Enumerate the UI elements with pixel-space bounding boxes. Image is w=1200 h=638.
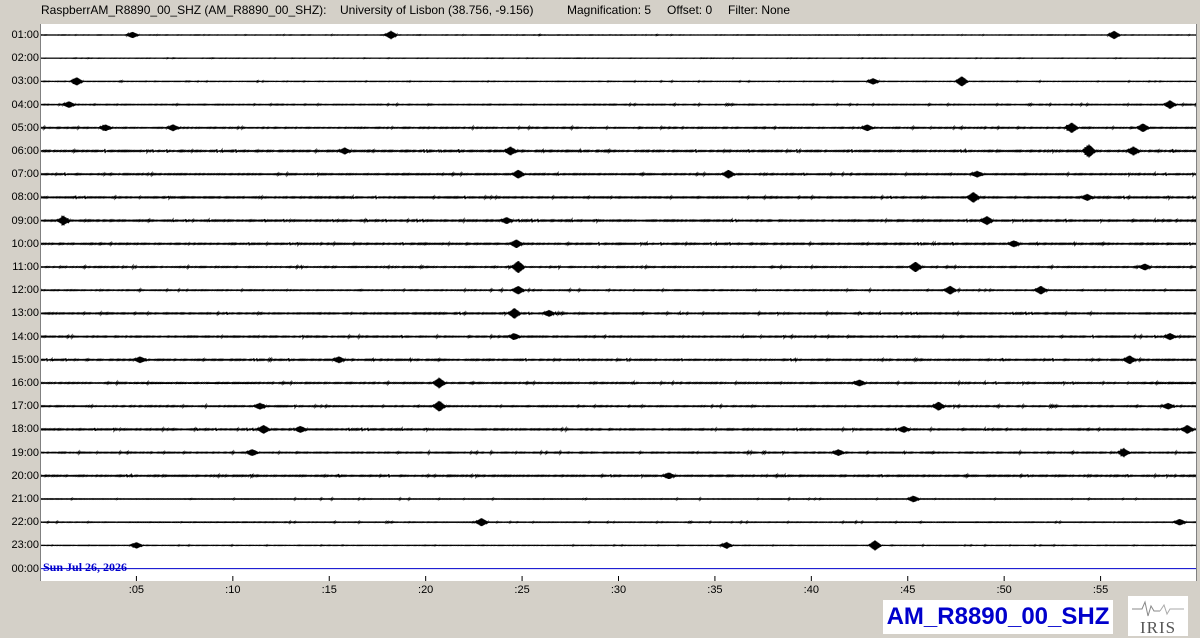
trace-row — [39, 518, 1198, 527]
filter-label: Filter: None — [728, 3, 791, 17]
x-tick-label: :50 — [996, 584, 1012, 596]
x-tick-label: :55 — [1092, 584, 1109, 596]
row-label: 01:00 — [11, 29, 39, 41]
row-label: 00:00 — [11, 562, 39, 575]
trace-row — [39, 215, 1198, 226]
trace-row — [39, 100, 1198, 109]
trace-row — [39, 260, 1198, 274]
trace-row — [39, 377, 1198, 389]
row-label: 07:00 — [11, 168, 39, 181]
magnification-label: Magnification: 5 — [567, 3, 652, 17]
trace-svg — [39, 30, 1198, 581]
trace-row — [39, 400, 1198, 412]
trace-row — [39, 192, 1198, 203]
x-tick-label: :45 — [900, 584, 916, 596]
trace-row — [39, 333, 1198, 341]
trace-row — [39, 495, 1198, 503]
row-label: 19:00 — [11, 446, 39, 459]
trace-row — [39, 285, 1198, 295]
row-label: 05:00 — [11, 121, 39, 134]
station-badge: AM_R8890_00_SHZ — [883, 600, 1113, 634]
x-tick-label: :20 — [418, 584, 434, 596]
row-label: 03:00 — [11, 75, 39, 88]
row-label: 20:00 — [11, 469, 39, 482]
row-label: 16:00 — [11, 377, 39, 389]
date-label: Sun Jul 26, 2026 — [43, 560, 128, 574]
x-tick-label: :05 — [128, 584, 145, 596]
row-label: 13:00 — [11, 307, 39, 320]
row-label: 18:00 — [11, 423, 39, 436]
station-title: RaspberrAM_R8890_00_SHZ (AM_R8890_00_SHZ… — [41, 3, 327, 17]
x-tick-label: :15 — [321, 584, 337, 596]
row-label: 21:00 — [11, 493, 39, 505]
row-label: 10:00 — [11, 237, 39, 250]
trace-row — [39, 30, 1198, 40]
x-tick-label: :25 — [514, 584, 530, 596]
row-label: 06:00 — [11, 145, 39, 157]
x-tick-label: :10 — [225, 584, 241, 596]
trace-row — [39, 144, 1198, 158]
row-label: 15:00 — [11, 353, 39, 366]
station-badge-text: AM_R8890_00_SHZ — [886, 603, 1110, 630]
trace-row — [39, 76, 1198, 87]
row-label: 11:00 — [12, 261, 39, 273]
helicorder-plot — [39, 24, 1198, 581]
row-label: 09:00 — [11, 214, 39, 227]
trace-row — [39, 355, 1198, 365]
trace-row — [39, 122, 1198, 133]
svg-text:IRIS: IRIS — [1140, 618, 1176, 636]
header-bar: RaspberrAM_R8890_00_SHZ (AM_R8890_00_SHZ… — [0, 0, 1200, 20]
iris-logo-icon: IRIS — [1128, 596, 1188, 636]
row-label: 04:00 — [11, 98, 39, 111]
x-tick-label: :35 — [707, 584, 723, 596]
trace-row — [39, 425, 1198, 434]
trace-row — [39, 239, 1198, 248]
trace-row — [39, 472, 1198, 480]
trace-row — [39, 308, 1198, 319]
row-label: 12:00 — [11, 284, 39, 297]
row-label: 17:00 — [11, 400, 39, 413]
row-label: 23:00 — [11, 539, 39, 552]
row-label: 14:00 — [11, 330, 39, 343]
row-label: 22:00 — [11, 516, 39, 529]
trace-row — [39, 169, 1198, 179]
trace-row — [39, 540, 1198, 551]
trace-row — [39, 447, 1198, 458]
x-tick-label: :30 — [610, 584, 627, 596]
x-tick-label: :40 — [803, 584, 819, 596]
trace-row — [39, 56, 1198, 60]
offset-label: Offset: 0 — [667, 3, 713, 17]
row-label: 02:00 — [11, 52, 39, 65]
location-label: University of Lisbon (38.756, -9.156) — [340, 3, 534, 17]
row-label: 08:00 — [11, 191, 39, 204]
